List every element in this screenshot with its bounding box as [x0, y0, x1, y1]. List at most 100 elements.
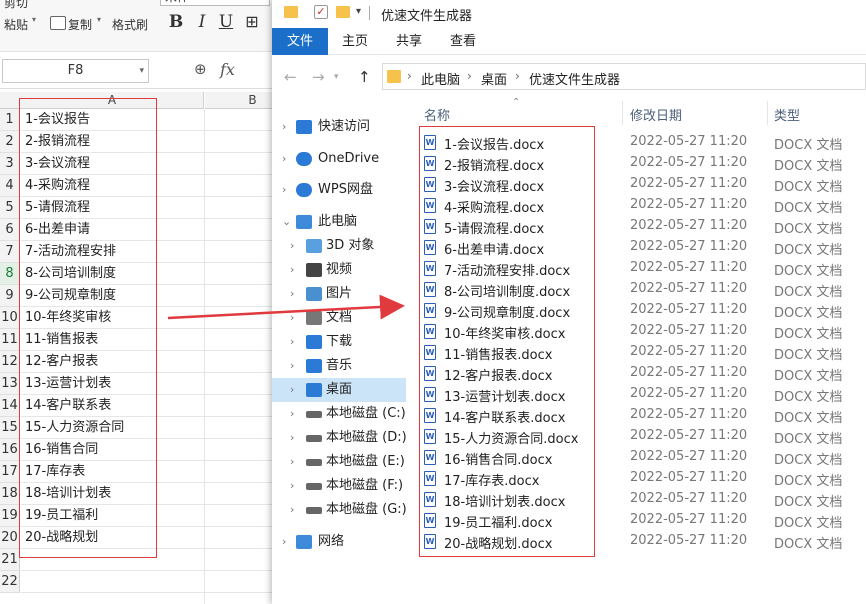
zoom-icon[interactable]: ⊕ [194, 60, 207, 78]
chevron-down-icon[interactable]: ⌄ [282, 210, 291, 234]
breadcrumb-desktop[interactable]: 桌面 [481, 69, 507, 88]
breadcrumb-separator-icon[interactable]: › [515, 69, 520, 83]
column-divider[interactable] [622, 101, 623, 125]
nav-item[interactable]: › 图片 [272, 282, 406, 306]
title-separator [369, 6, 370, 20]
nav-item[interactable]: › 本地磁盘 (F:) [272, 474, 406, 498]
row-header[interactable]: 6 [0, 219, 20, 241]
chevron-right-icon[interactable]: › [282, 530, 286, 554]
chevron-right-icon[interactable]: › [290, 378, 294, 402]
nav-item[interactable]: › OneDrive [272, 147, 406, 171]
new-folder-icon[interactable] [336, 6, 350, 18]
row-header[interactable]: 13 [0, 373, 20, 395]
nav-item[interactable]: › 本地磁盘 (G:) [272, 498, 407, 522]
tab-share[interactable]: 共享 [382, 28, 436, 55]
file-type: DOCX 文档 [774, 411, 843, 426]
row-header[interactable]: 8 [0, 263, 20, 285]
nav-item[interactable]: › 3D 对象 [272, 234, 406, 258]
row-header[interactable]: 10 [0, 307, 20, 329]
breadcrumb-separator-icon[interactable]: › [407, 69, 412, 83]
row-header[interactable]: 22 [0, 571, 20, 593]
back-arrow-icon[interactable]: ← [284, 68, 297, 86]
fx-button[interactable]: fx [220, 60, 235, 79]
bold-button[interactable]: B [166, 12, 186, 32]
nav-item[interactable]: ⌄ 此电脑 [272, 210, 406, 234]
row-header[interactable]: 15 [0, 417, 20, 439]
tab-file[interactable]: 文件 [272, 28, 328, 55]
column-header-date[interactable]: 修改日期 [630, 105, 682, 124]
chevron-right-icon[interactable]: › [290, 330, 294, 354]
select-all-corner[interactable] [0, 92, 21, 109]
tab-home[interactable]: 主页 [328, 28, 382, 55]
up-arrow-icon[interactable]: ↑ [358, 68, 371, 86]
file-type: DOCX 文档 [774, 285, 843, 300]
name-box-dropdown-icon[interactable]: ▾ [139, 60, 144, 82]
chevron-right-icon[interactable]: › [282, 115, 286, 139]
copy-dropdown-icon[interactable]: ▾ [97, 15, 101, 24]
row-header[interactable]: 1 [0, 109, 20, 131]
nav-item[interactable]: › 本地磁盘 (E:) [272, 450, 406, 474]
nav-item[interactable]: › 本地磁盘 (C:) [272, 402, 406, 426]
chevron-right-icon[interactable]: › [290, 450, 294, 474]
row-header[interactable]: 19 [0, 505, 20, 527]
properties-icon[interactable]: ✓ [314, 5, 328, 19]
chevron-right-icon[interactable]: › [290, 426, 294, 450]
chevron-right-icon[interactable]: › [290, 258, 294, 282]
chevron-right-icon[interactable]: › [290, 498, 294, 522]
address-row: ← → ▾ ↑ › 此电脑 › 桌面 › 优速文件生成器 [272, 55, 866, 97]
nav-item[interactable]: › 桌面 [272, 378, 406, 402]
row-header[interactable]: 5 [0, 197, 20, 219]
nav-item[interactable]: › WPS网盘 [272, 178, 406, 202]
row-header[interactable]: 16 [0, 439, 20, 461]
nav-item[interactable]: › 文档 [272, 306, 406, 330]
copy-button[interactable]: 复制 [68, 16, 92, 33]
chevron-right-icon[interactable]: › [290, 474, 294, 498]
chevron-right-icon[interactable]: › [282, 147, 286, 171]
row-header[interactable]: 4 [0, 175, 20, 197]
nav-item[interactable]: › 下载 [272, 330, 406, 354]
row-header[interactable]: 12 [0, 351, 20, 373]
cut-button[interactable]: 剪切 [4, 0, 28, 11]
forward-arrow-icon[interactable]: → [312, 68, 325, 86]
italic-button[interactable]: I [192, 12, 212, 32]
format-painter-button[interactable]: 格式刷 [112, 16, 148, 33]
nav-item[interactable]: › 视频 [272, 258, 406, 282]
underline-button[interactable]: U [216, 12, 236, 32]
nav-item[interactable]: › 本地磁盘 (D:) [272, 426, 407, 450]
column-header-type[interactable]: 类型 [774, 105, 800, 124]
chevron-right-icon[interactable]: › [282, 178, 286, 202]
paste-button[interactable]: 粘贴 [4, 16, 28, 33]
font-name-box[interactable]: 宋体 [160, 0, 270, 6]
column-divider[interactable] [767, 101, 768, 125]
column-header-name[interactable]: 名称 [424, 105, 450, 124]
border-icon[interactable]: ⊞ [242, 12, 262, 32]
nav-item[interactable]: › 网络 [272, 530, 406, 554]
address-bar[interactable]: › 此电脑 › 桌面 › 优速文件生成器 [382, 63, 866, 90]
row-header[interactable]: 3 [0, 153, 20, 175]
name-box[interactable]: F8 ▾ [2, 59, 149, 83]
copy-icon[interactable] [50, 16, 66, 30]
quick-access-toolbar-dropdown-icon[interactable]: ▾ [356, 6, 361, 17]
row-header[interactable]: 14 [0, 395, 20, 417]
row-header[interactable]: 7 [0, 241, 20, 263]
chevron-right-icon[interactable]: › [290, 234, 294, 258]
chevron-right-icon[interactable]: › [290, 282, 294, 306]
row-header[interactable]: 20 [0, 527, 20, 549]
breadcrumb-current-folder[interactable]: 优速文件生成器 [529, 69, 620, 88]
nav-item[interactable]: › 音乐 [272, 354, 406, 378]
row-header[interactable]: 2 [0, 131, 20, 153]
row-header[interactable]: 11 [0, 329, 20, 351]
breadcrumb-separator-icon[interactable]: › [467, 69, 472, 83]
tab-view[interactable]: 查看 [436, 28, 490, 55]
chevron-right-icon[interactable]: › [290, 354, 294, 378]
row-header[interactable]: 18 [0, 483, 20, 505]
row-header[interactable]: 21 [0, 549, 20, 571]
row-header[interactable]: 17 [0, 461, 20, 483]
row-header[interactable]: 9 [0, 285, 20, 307]
chevron-right-icon[interactable]: › [290, 306, 294, 330]
paste-dropdown-icon[interactable]: ▾ [32, 15, 36, 24]
recent-locations-icon[interactable]: ▾ [334, 72, 339, 82]
breadcrumb-this-pc[interactable]: 此电脑 [421, 69, 460, 88]
nav-item[interactable]: › 快速访问 [272, 115, 406, 139]
chevron-right-icon[interactable]: › [290, 402, 294, 426]
